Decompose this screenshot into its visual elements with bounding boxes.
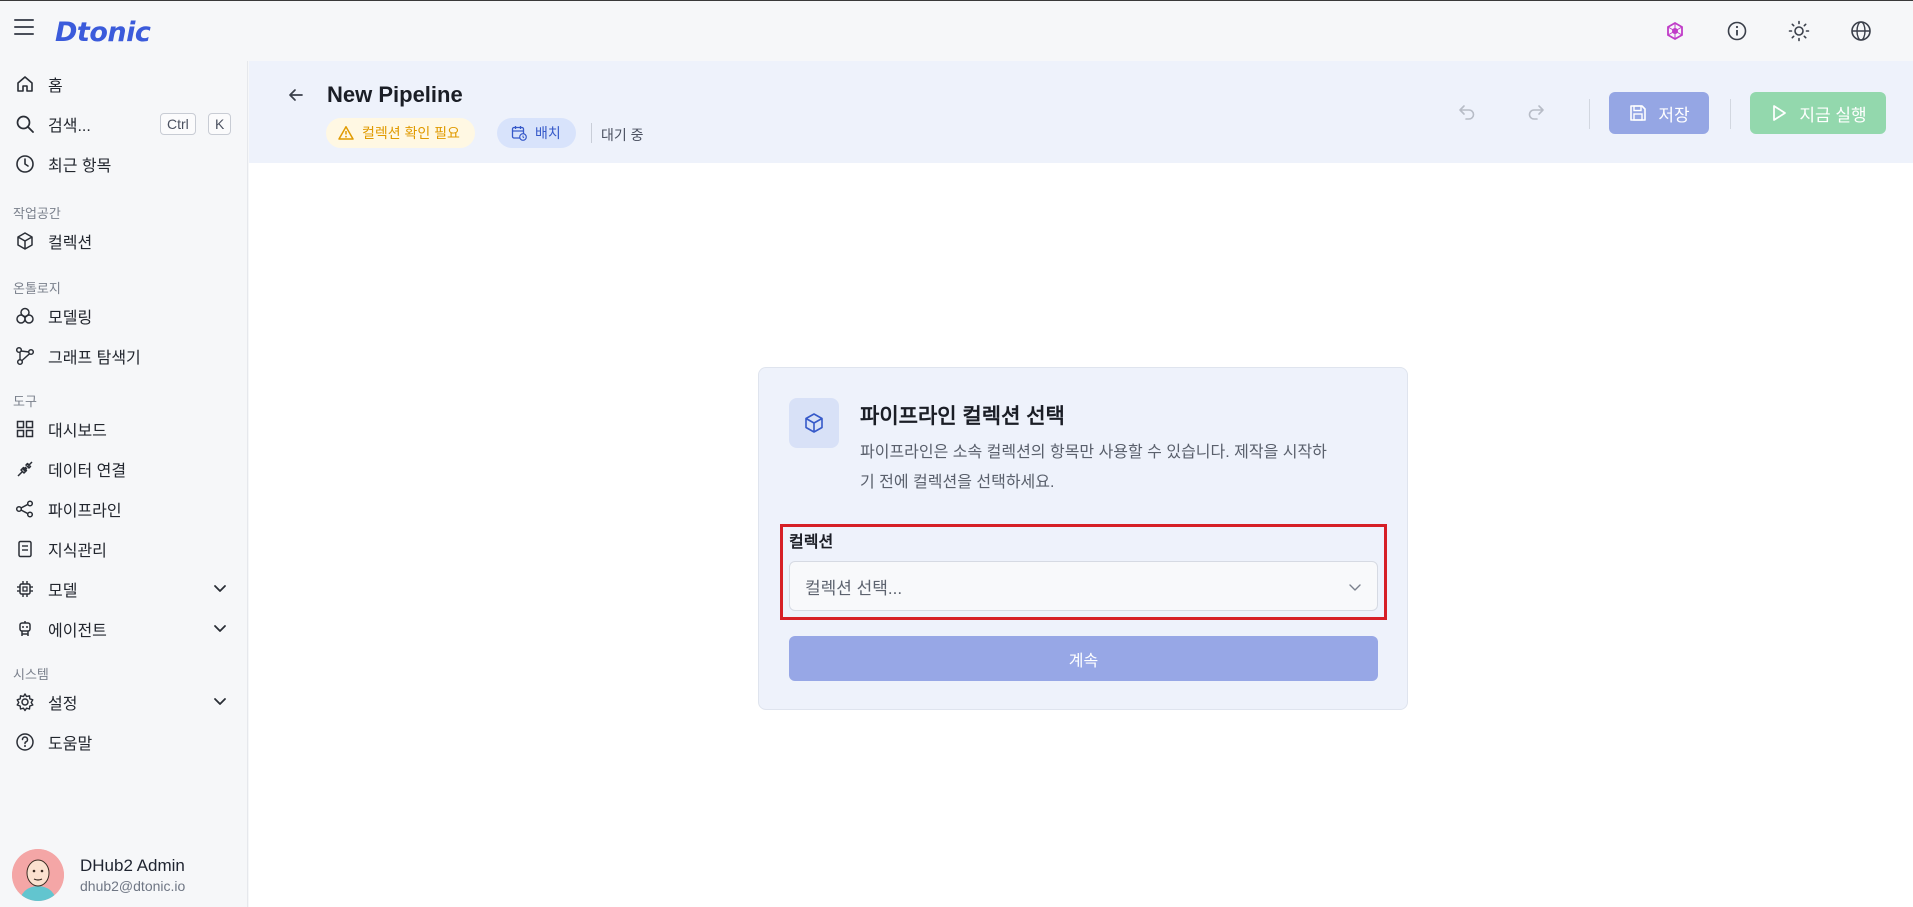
- sidebar-item-modeling[interactable]: 모델링: [0, 298, 248, 334]
- sidebar-item-label: 에이전트: [48, 623, 107, 640]
- continue-button[interactable]: 계속: [789, 636, 1378, 681]
- status-text: 대기 중: [601, 127, 644, 143]
- sidebar-item-label: 검색...: [48, 118, 91, 135]
- sidebar-item-knowledge[interactable]: 지식관리: [0, 531, 248, 567]
- section-label-tools: 도구: [13, 394, 37, 409]
- batch-badge[interactable]: 배치: [497, 118, 576, 148]
- run-now-button[interactable]: 지금 실행: [1750, 92, 1886, 134]
- chip-icon: [14, 578, 36, 600]
- divider: [591, 123, 592, 143]
- run-now-button-label: 지금 실행: [1799, 105, 1867, 125]
- user-profile[interactable]: DHub2 Admin dhub2@dtonic.io: [12, 848, 242, 902]
- pipeline-icon: [14, 498, 36, 520]
- avatar: [12, 849, 64, 901]
- sidebar-item-search[interactable]: 검색... Ctrl K: [0, 106, 248, 142]
- menu-icon[interactable]: [14, 19, 34, 37]
- sidebar-item-data-connection[interactable]: 데이터 연결: [0, 451, 248, 487]
- clock-icon: [14, 153, 36, 175]
- sidebar-item-label: 지식관리: [48, 543, 107, 560]
- circles-icon: [14, 305, 36, 327]
- graph-icon: [14, 345, 36, 367]
- top-actions: [1663, 19, 1873, 43]
- sidebar-item-label: 데이터 연결: [48, 463, 127, 480]
- divider: [1589, 99, 1590, 129]
- save-button[interactable]: 저장: [1609, 92, 1709, 134]
- sidebar-item-label: 홈: [48, 78, 63, 95]
- sidebar-item-pipeline[interactable]: 파이프라인: [0, 491, 248, 527]
- sidebar-item-label: 파이프라인: [48, 503, 122, 520]
- undo-icon[interactable]: [1457, 101, 1477, 126]
- collection-select-placeholder: 컬렉션 선택...: [805, 578, 903, 598]
- user-name: DHub2 Admin: [80, 856, 185, 875]
- chevron-down-icon[interactable]: [212, 580, 228, 601]
- sidebar-item-label: 최근 항목: [48, 158, 112, 175]
- chevron-down-icon: [1347, 579, 1363, 600]
- save-button-label: 저장: [1658, 105, 1690, 125]
- sidebar-item-settings[interactable]: 설정: [0, 684, 248, 720]
- sidebar-item-model[interactable]: 모델: [0, 571, 248, 607]
- sidebar-item-label: 모델: [48, 583, 78, 600]
- page-title: New Pipeline: [327, 82, 463, 107]
- gear-icon: [14, 691, 36, 713]
- save-icon: [1630, 105, 1647, 121]
- cube-icon: [14, 230, 36, 252]
- section-label-ontology: 온톨로지: [13, 281, 61, 296]
- search-icon: [14, 113, 36, 135]
- sidebar: 홈 검색... Ctrl K 최근 항목 작업공간 컬렉션 온톨로지 모델링 그…: [0, 61, 248, 907]
- divider: [1730, 99, 1731, 129]
- shortcut-k: K: [208, 113, 232, 135]
- sidebar-item-label: 그래프 탐색기: [48, 350, 141, 367]
- top-bar: Dtonic: [0, 1, 1913, 61]
- section-label-workspace: 작업공간: [13, 206, 61, 221]
- dialog-title: 파이프라인 컬렉션 선택: [860, 405, 1065, 428]
- sidebar-item-recent[interactable]: 최근 항목: [0, 146, 248, 182]
- redo-icon[interactable]: [1526, 101, 1546, 126]
- calendar-clock-icon: [511, 126, 527, 141]
- chevron-down-icon[interactable]: [212, 693, 228, 714]
- ai-assistant-icon[interactable]: [1663, 19, 1687, 43]
- dashboard-icon: [14, 418, 36, 440]
- collection-select-dialog: 파이프라인 컬렉션 선택 파이프라인은 소속 컬렉션의 항목만 사용할 수 있습…: [758, 367, 1408, 710]
- sidebar-item-label: 도움말: [48, 736, 93, 753]
- home-icon: [14, 73, 36, 95]
- app-logo[interactable]: Dtonic: [55, 17, 151, 48]
- robot-icon: [14, 618, 36, 640]
- sidebar-item-dashboard[interactable]: 대시보드: [0, 411, 248, 447]
- section-label-system: 시스템: [13, 667, 49, 682]
- cube-icon: [789, 398, 839, 448]
- theme-sun-icon[interactable]: [1787, 19, 1811, 43]
- sidebar-item-label: 컬렉션: [48, 235, 93, 252]
- sidebar-item-agent[interactable]: 에이전트: [0, 611, 248, 647]
- language-globe-icon[interactable]: [1849, 19, 1873, 43]
- back-arrow-icon[interactable]: [286, 85, 306, 110]
- sidebar-item-home[interactable]: 홈: [0, 66, 248, 102]
- book-icon: [14, 538, 36, 560]
- collection-select[interactable]: 컬렉션 선택...: [789, 561, 1378, 611]
- user-info: DHub2 Admin dhub2@dtonic.io: [80, 856, 185, 894]
- warning-badge: 컬렉션 확인 필요: [326, 118, 475, 148]
- sidebar-item-label: 대시보드: [48, 423, 107, 440]
- user-email: dhub2@dtonic.io: [80, 878, 186, 894]
- plug-icon: [14, 458, 36, 480]
- collection-field-label: 컬렉션: [789, 534, 834, 551]
- batch-badge-label: 배치: [535, 125, 561, 141]
- sidebar-item-label: 설정: [48, 696, 78, 713]
- chevron-down-icon[interactable]: [212, 620, 228, 641]
- warning-triangle-icon: [338, 126, 354, 140]
- dialog-description: 파이프라인은 소속 컬렉션의 항목만 사용할 수 있습니다. 제작을 시작하기 …: [860, 444, 1327, 491]
- sidebar-item-label: 모델링: [48, 310, 93, 327]
- sidebar-item-help[interactable]: 도움말: [0, 724, 248, 760]
- help-icon: [14, 731, 36, 753]
- info-icon[interactable]: [1725, 19, 1749, 43]
- sidebar-item-collection[interactable]: 컬렉션: [0, 223, 248, 259]
- shortcut-ctrl: Ctrl: [160, 113, 196, 135]
- sidebar-item-graph-explorer[interactable]: 그래프 탐색기: [0, 338, 248, 374]
- play-icon: [1773, 105, 1787, 121]
- pipeline-header: New Pipeline 컬렉션 확인 필요 배치 대기 중 저장 지금 실행: [249, 61, 1913, 163]
- pipeline-canvas: 파이프라인 컬렉션 선택 파이프라인은 소속 컬렉션의 항목만 사용할 수 있습…: [249, 163, 1913, 907]
- warning-badge-label: 컬렉션 확인 필요: [362, 125, 460, 141]
